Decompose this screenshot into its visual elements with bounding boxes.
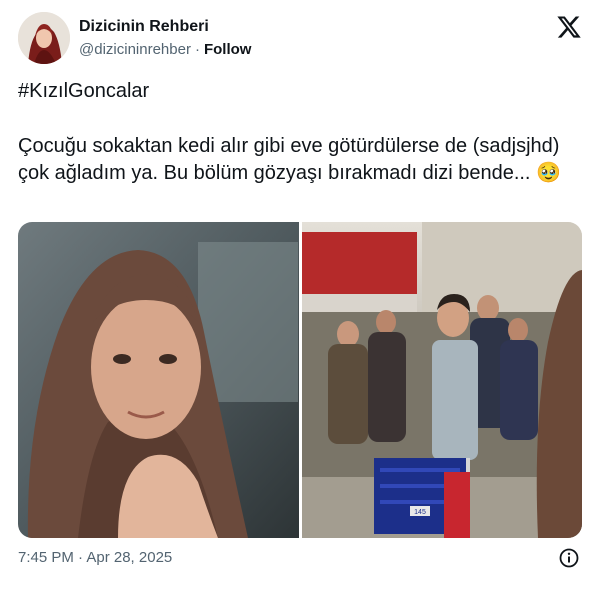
avatar-image [18,12,70,64]
media-grid[interactable]: 145 [18,222,582,538]
x-logo-icon[interactable] [556,14,582,40]
media-image-right[interactable]: 145 [302,222,582,538]
info-icon[interactable] [559,548,579,568]
media-image-left[interactable] [18,222,299,538]
tweet-timestamp[interactable]: 7:45 PM · Apr 28, 2025 [18,549,172,566]
tweet-body: Çocuğu sokaktan kedi alır gibi eve götür… [18,135,561,184]
avatar[interactable] [18,12,70,64]
author-name[interactable]: Dizicinin Rehberi [79,18,209,36]
follow-button[interactable]: Follow [204,41,252,58]
separator-dot: · [194,41,200,58]
author-handle[interactable]: @dizicininrehber [79,41,191,58]
author-meta: @dizicininrehber · Follow [79,41,251,58]
hashtag-text[interactable]: #KızılGoncalar [18,80,149,103]
crate-label: 145 [414,509,426,516]
